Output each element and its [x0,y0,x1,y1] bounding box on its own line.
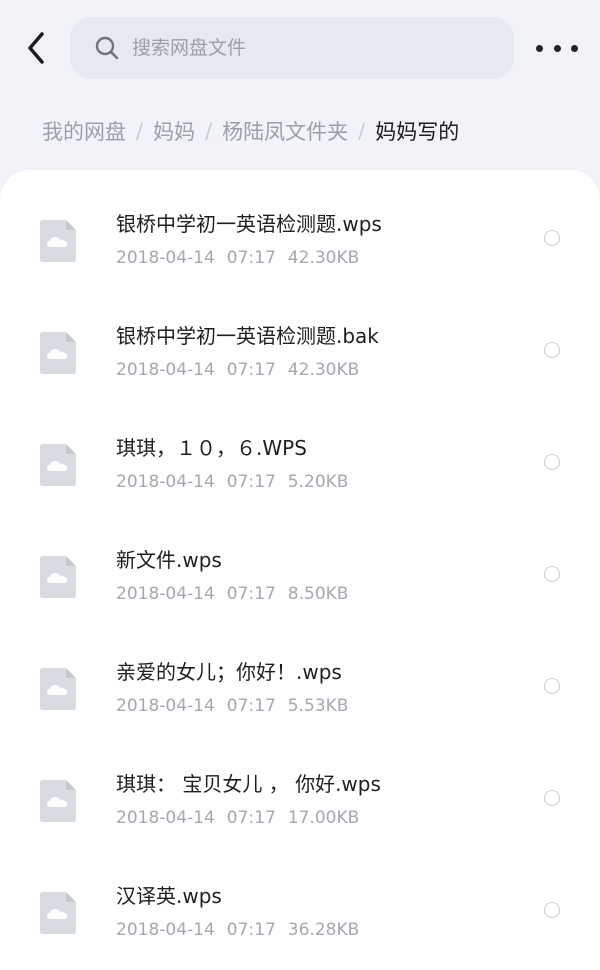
file-row[interactable]: 琪琪： 宝贝女儿 ， 你好.wps 2018-04-14 07:17 17.00KB [0,730,600,842]
file-time: 07:17 [226,696,276,716]
file-size: 5.20KB [287,472,349,492]
file-name: 银桥中学初一英语检测题.wps [116,212,382,236]
file-icon [40,556,76,598]
file-meta: 2018-04-14 07:17 42.30KB [116,248,359,268]
breadcrumb: 我的网盘 / 妈妈 / 杨陆凤文件夹 / 妈妈写的 [42,116,459,146]
select-radio[interactable] [544,678,560,694]
select-radio[interactable] [544,566,560,582]
file-row[interactable]: 汉译英.wps 2018-04-14 07:17 36.28KB [0,842,600,954]
file-meta: 2018-04-14 07:17 17.00KB [116,808,359,828]
file-size: 42.30KB [287,248,360,268]
file-size: 42.30KB [287,360,360,380]
file-meta: 2018-04-14 07:17 36.28KB [116,920,359,940]
file-time: 07:17 [226,360,276,380]
file-time: 07:17 [226,808,276,828]
file-date: 2018-04-14 [116,584,215,604]
file-name: 琪琪，１０，６.WPS [116,436,307,460]
more-dot-icon [536,44,543,52]
file-meta: 2018-04-14 07:17 8.50KB [116,584,348,604]
search-input[interactable] [130,36,494,60]
file-row[interactable]: 琪琪，１０，６.WPS 2018-04-14 07:17 5.20KB [0,394,600,506]
file-icon [40,220,76,262]
file-size: 8.50KB [287,584,349,604]
breadcrumb-item[interactable]: 我的网盘 [42,116,126,146]
file-size: 5.53KB [287,696,349,716]
file-meta: 2018-04-14 07:17 5.20KB [116,472,348,492]
file-date: 2018-04-14 [116,696,215,716]
file-size: 36.28KB [287,920,360,940]
file-icon [40,892,76,934]
select-radio[interactable] [544,230,560,246]
search-icon [95,36,119,60]
file-meta: 2018-04-14 07:17 5.53KB [116,696,348,716]
top-bar: 我的网盘 / 妈妈 / 杨陆凤文件夹 / 妈妈写的 [0,0,600,175]
file-name: 新文件.wps [116,548,222,572]
file-name: 琪琪： 宝贝女儿 ， 你好.wps [116,772,381,796]
file-name: 汉译英.wps [116,884,222,908]
file-icon [40,668,76,710]
file-time: 07:17 [226,920,276,940]
file-icon [40,444,76,486]
more-options-button[interactable] [536,38,578,58]
file-icon [40,332,76,374]
more-dot-icon [571,44,578,52]
file-date: 2018-04-14 [116,920,215,940]
file-time: 07:17 [226,248,276,268]
file-date: 2018-04-14 [116,360,215,380]
select-radio[interactable] [544,342,560,358]
breadcrumb-separator: / [205,119,213,143]
breadcrumb-separator: / [136,119,144,143]
back-button[interactable] [20,28,56,68]
select-radio[interactable] [544,454,560,470]
file-name: 银桥中学初一英语检测题.bak [116,324,379,348]
file-list: 银桥中学初一英语检测题.wps 2018-04-14 07:17 42.30KB 银… [0,170,600,970]
breadcrumb-current: 妈妈写的 [375,120,460,144]
breadcrumb-separator: / [358,119,366,143]
file-date: 2018-04-14 [116,808,215,828]
file-row[interactable]: 新文件.wps 2018-04-14 07:17 8.50KB [0,506,600,618]
file-date: 2018-04-14 [116,248,215,268]
select-radio[interactable] [544,902,560,918]
chevron-left-icon [28,32,44,64]
file-date: 2018-04-14 [116,472,215,492]
search-bar[interactable] [70,17,514,79]
breadcrumb-item[interactable]: 妈妈 [153,116,195,146]
file-name: 亲爱的女儿；你好！.wps [116,660,342,684]
file-size: 17.00KB [287,808,360,828]
select-radio[interactable] [544,790,560,806]
file-meta: 2018-04-14 07:17 42.30KB [116,360,359,380]
breadcrumb-item[interactable]: 杨陆凤文件夹 [222,116,348,146]
file-time: 07:17 [226,584,276,604]
file-time: 07:17 [226,472,276,492]
file-icon [40,780,76,822]
more-dot-icon [553,44,561,52]
file-row[interactable]: 银桥中学初一英语检测题.bak 2018-04-14 07:17 42.30KB [0,282,600,394]
file-row[interactable]: 银桥中学初一英语检测题.wps 2018-04-14 07:17 42.30KB [0,170,600,282]
file-row[interactable]: 亲爱的女儿；你好！.wps 2018-04-14 07:17 5.53KB [0,618,600,730]
